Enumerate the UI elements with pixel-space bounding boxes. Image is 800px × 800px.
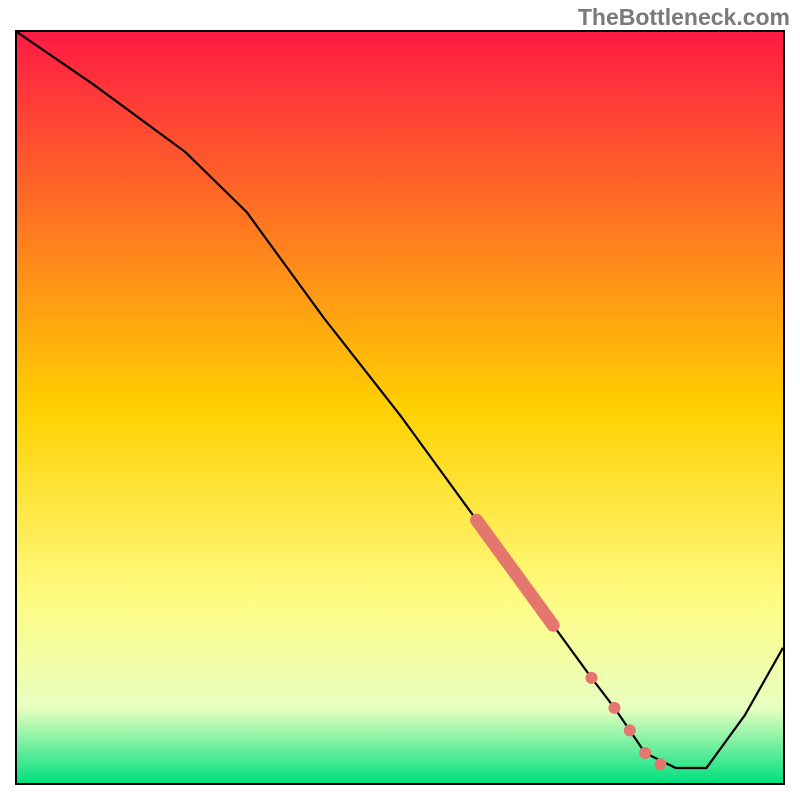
gradient-background — [17, 32, 783, 783]
highlight-point-4 — [654, 758, 666, 770]
watermark-text: TheBottleneck.com — [578, 4, 790, 31]
highlight-point-1 — [608, 702, 620, 714]
highlight-point-2 — [624, 724, 636, 736]
highlight-point-0 — [586, 672, 598, 684]
chart-container: TheBottleneck.com — [0, 0, 800, 800]
chart-svg — [17, 32, 783, 783]
plot-area — [15, 30, 785, 785]
highlight-point-3 — [639, 747, 651, 759]
